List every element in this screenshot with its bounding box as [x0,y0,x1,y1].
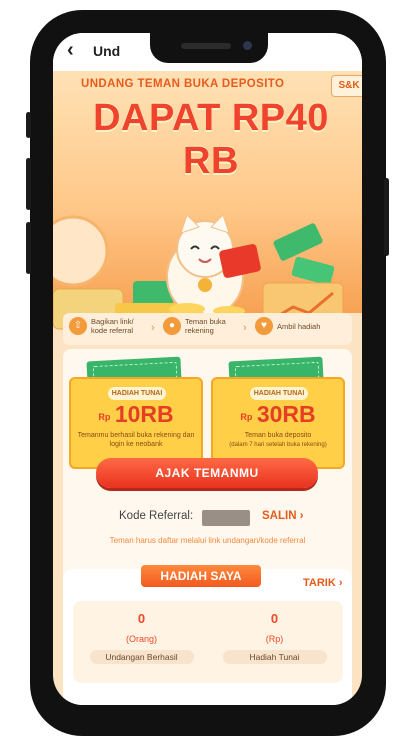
chevron-right-icon: › [299,510,304,522]
stat-label: Hadiah Tunai [222,650,327,664]
invite-friends-button[interactable]: AJAK TEMANMU [96,458,318,488]
reward-stats: 0 (Orang) Undangan Berhasil 0 (Rp) Hadia… [73,601,343,683]
stat-unit: (Rp) [265,634,284,644]
coupon-description: Teman buka deposito [244,432,312,439]
coupon-10rb: HADIAH TUNAI Rp 10RB Temanmu berhasil bu… [69,356,203,469]
share-icon: ⇧ [69,317,87,335]
power-button [384,178,389,256]
coupon-description: Temanmu berhasil buka rekening dan login… [77,432,195,448]
coupon-ribbon: HADIAH TUNAI [250,387,308,400]
speaker [181,43,231,49]
coupon-amount: Rp 10RB [71,401,201,428]
coupon-envelope: HADIAH TUNAI Rp 30RB Teman buka deposito… [211,377,345,469]
step-open-account: ● Teman buka rekening [163,317,237,335]
referral-row: Kode Referral: SALIN › [53,510,362,528]
mute-switch [26,112,31,138]
page-title: Und [93,43,121,59]
stat-value: 0 [270,611,279,626]
my-rewards-tab: HADIAH SAYA [141,565,261,587]
coupon-ribbon: HADIAH TUNAI [108,387,166,400]
coupon-envelope: HADIAH TUNAI Rp 10RB Temanmu berhasil bu… [69,377,203,469]
terms-badge[interactable]: S&K [331,75,362,97]
promo-subtitle: UNDANG TEMAN BUKA DEPOSITO [81,78,285,90]
chevron-right-icon: › [338,577,343,589]
screen: ‹ Und UNDANG TEMAN BUKA DEPOSITO S&K DAP… [53,33,362,705]
volume-up-button [26,158,31,210]
chevron-right-icon: › [151,322,155,334]
user-icon: ● [163,317,181,335]
currency-label: Rp [98,412,111,422]
stat-value: 0 [137,611,146,626]
step-label: Bagikan link/ kode referral [91,317,134,335]
coupon-note: (dalam 7 hari setelah buka rekening) [229,442,327,448]
gift-icon: ♥ [255,317,273,335]
currency-label: Rp [240,412,253,422]
withdraw-button[interactable]: TARIK › [303,577,343,589]
step-label: Teman buka rekening [185,317,226,335]
front-camera [243,41,252,50]
copy-referral-button[interactable]: SALIN › [262,510,304,522]
stat-unit: (Orang) [125,634,157,644]
step-claim: ♥ Ambil hadiah [255,317,347,335]
stat-invites: 0 (Orang) Undangan Berhasil [79,611,204,664]
referral-note: Teman harus daftar melalui link undangan… [109,536,306,545]
copy-label: SALIN [262,510,297,522]
referral-code-masked [202,510,250,526]
volume-down-button [26,222,31,274]
stat-label: Undangan Berhasil [89,650,194,664]
amount-value: 30RB [256,401,316,427]
coupon-30rb: HADIAH TUNAI Rp 30RB Teman buka deposito… [211,356,345,469]
steps-bar: ⇧ Bagikan link/ kode referral › ● Teman … [63,313,352,345]
stat-cash: 0 (Rp) Hadiah Tunai [212,611,337,664]
referral-label: Kode Referral: [119,510,194,522]
coupon-amount: Rp 30RB [213,401,343,428]
amount-value: 10RB [114,401,174,427]
step-label: Ambil hadiah [277,321,321,331]
promo-title: DAPAT RP40 RB [93,97,329,182]
step-share: ⇧ Bagikan link/ kode referral [69,317,149,335]
withdraw-label: TARIK [303,577,336,589]
chevron-right-icon: › [243,322,247,334]
chevron-left-icon[interactable]: ‹ [67,39,74,62]
